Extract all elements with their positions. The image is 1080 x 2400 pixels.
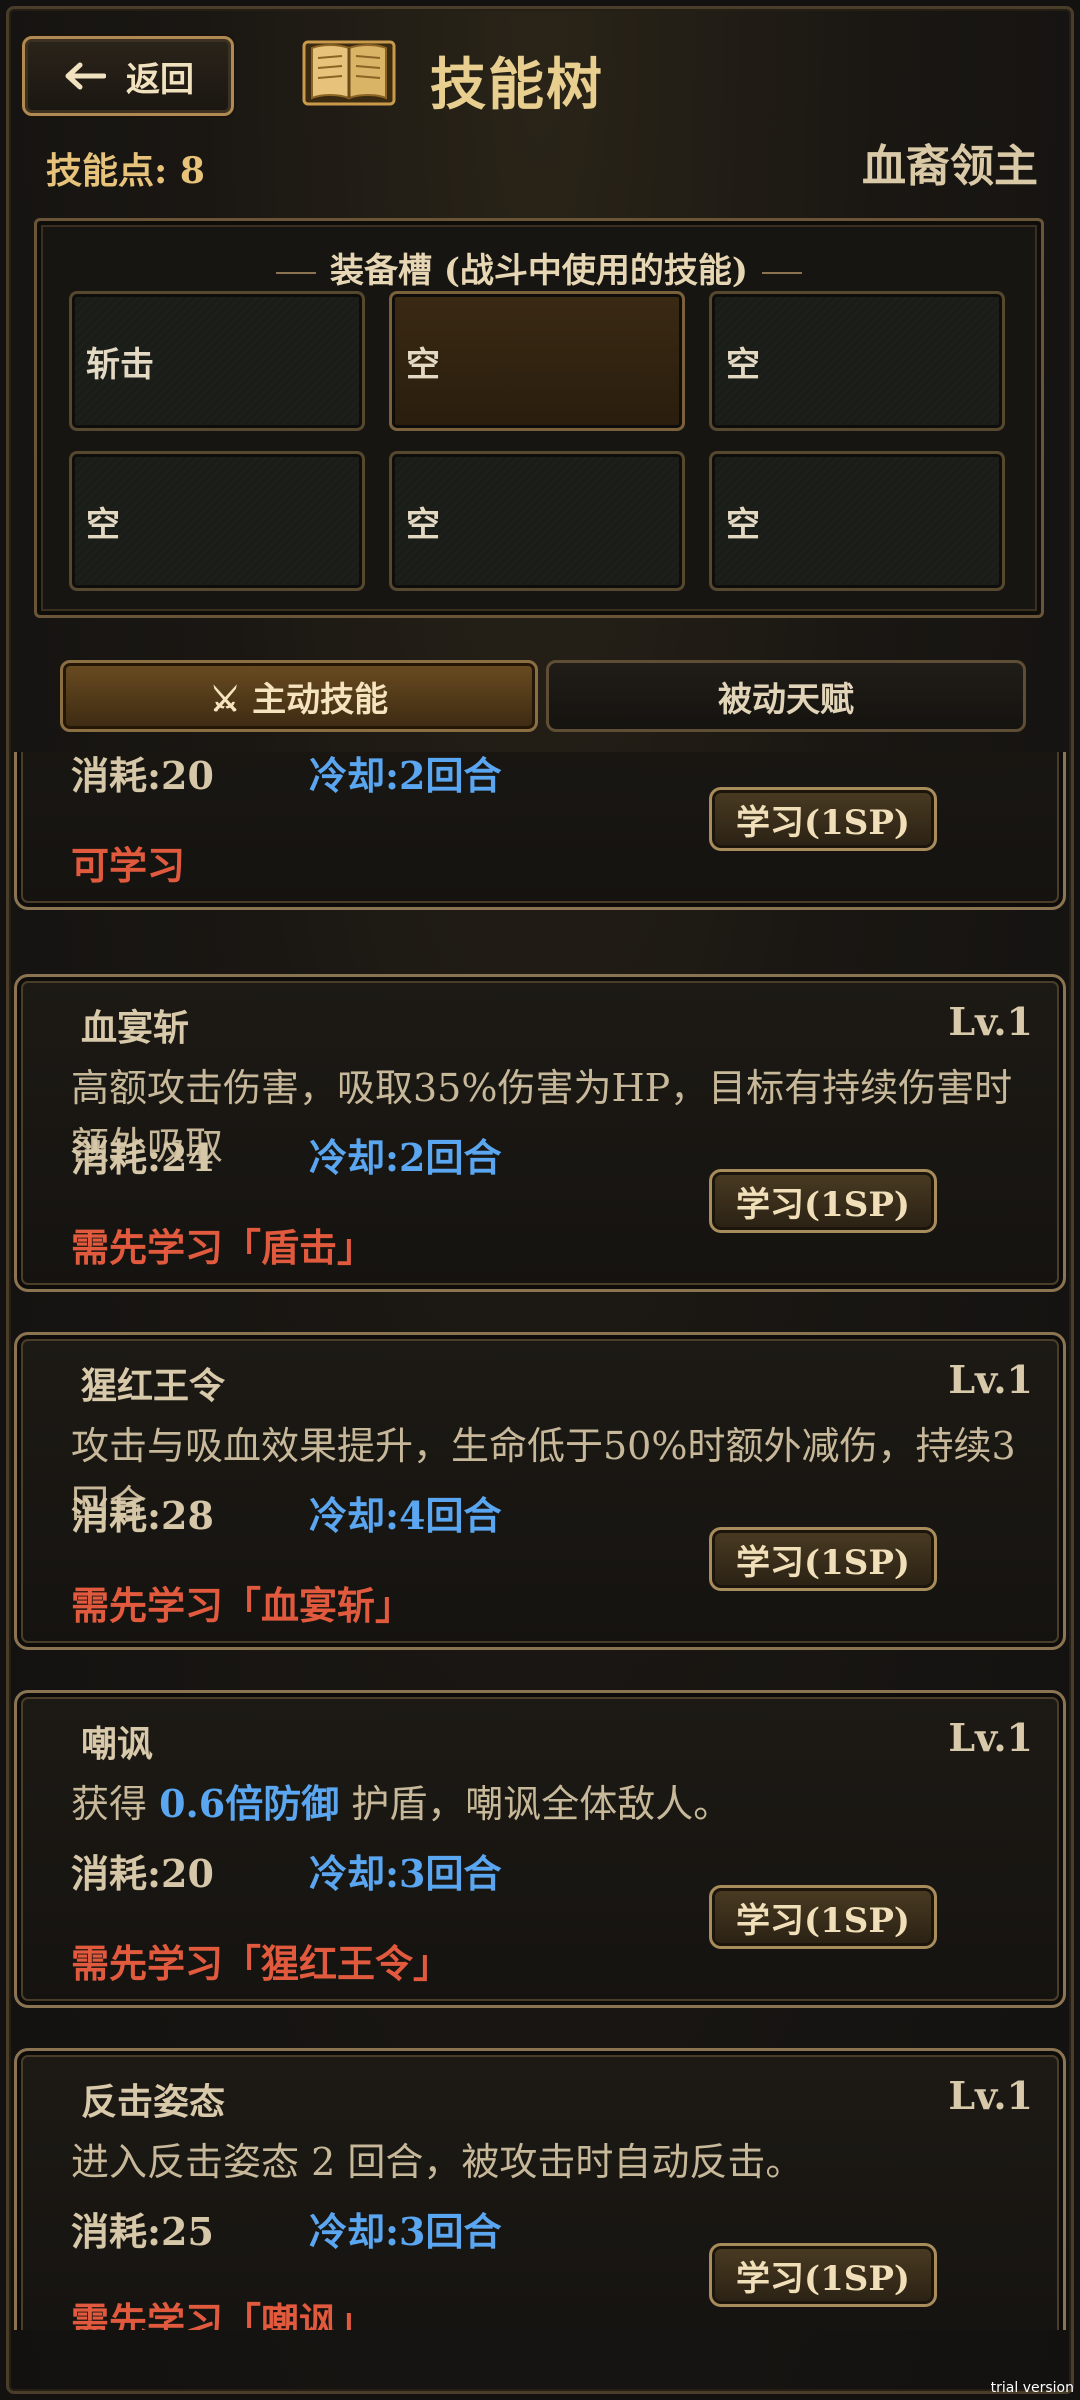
skill-cost: 消耗:28	[71, 1493, 214, 1538]
watermark: trial version	[990, 2380, 1074, 2396]
equip-slot[interactable]: 空	[709, 451, 1005, 591]
skill-cooldown: 冷却:3回合	[309, 2209, 502, 2254]
skill-name: 猩红王令	[81, 1365, 226, 1407]
skill-cost: 消耗:20	[71, 1851, 214, 1896]
skill-level: Lv.1	[948, 1357, 1033, 1402]
equip-slot[interactable]: 空	[389, 451, 685, 591]
tab-active-skills[interactable]: ⚔ 主动技能	[60, 660, 538, 732]
learn-button[interactable]: 学习(1SP)	[709, 787, 937, 851]
equip-title: 装备槽 (战斗中使用的技能)	[37, 243, 1041, 292]
skill-description: 获得 0.6倍防御 护盾，嘲讽全体敌人。	[71, 1775, 1041, 1833]
skill-description: 进入反击姿态 2 回合，被攻击时自动反击。	[71, 2140, 804, 2184]
equip-panel: 装备槽 (战斗中使用的技能) 斩击 空 空 空 空 空	[34, 218, 1044, 618]
arrow-left-icon	[65, 62, 106, 90]
equip-slot[interactable]: 空	[69, 451, 365, 591]
learn-button[interactable]: 学习(1SP)	[709, 1527, 937, 1591]
skill-cooldown: 冷却:2回合	[309, 753, 502, 798]
class-name: 血裔领主	[862, 141, 1038, 192]
skill-card: 反击姿态 Lv.1 进入反击姿态 2 回合，被攻击时自动反击。 消耗:25 冷却…	[14, 2048, 1066, 2330]
skill-card: 猩红王令 Lv.1 攻击与吸血效果提升，生命低于50%时额外减伤，持续3回合 消…	[14, 1332, 1066, 1650]
skill-card: 嘲讽 Lv.1 获得 0.6倍防御 护盾，嘲讽全体敌人。 消耗:20 冷却:3回…	[14, 1690, 1066, 2008]
skill-cost: 消耗:25	[71, 2209, 214, 2254]
book-icon	[302, 40, 396, 106]
skill-requirement: 需先学习「嘲讽」	[71, 2299, 376, 2330]
skill-name: 血宴斩	[81, 1007, 190, 1049]
skill-cooldown: 冷却:3回合	[309, 1851, 502, 1896]
page-title: 技能树	[430, 52, 604, 118]
skill-requirement: 可学习	[71, 843, 186, 888]
learn-button[interactable]: 学习(1SP)	[709, 1169, 937, 1233]
skill-points: 技能点: 8	[46, 150, 205, 192]
skill-description: 攻击与吸血效果提升，生命低于50%时额外减伤，持续3回合	[71, 1424, 1016, 1526]
back-label: 返回	[126, 59, 194, 100]
desc-text: 获得	[71, 1782, 160, 1826]
skill-level: Lv.1	[948, 1715, 1033, 1760]
skill-cost: 消耗:24	[71, 1135, 214, 1180]
skill-card: 消耗:20 冷却:2回合 可学习 学习(1SP)	[14, 752, 1066, 910]
skill-requirement: 需先学习「猩红王令」	[71, 1941, 452, 1986]
learn-button[interactable]: 学习(1SP)	[709, 1885, 937, 1949]
desc-highlight: 0.6倍防御	[159, 1781, 340, 1826]
equip-slot[interactable]: 斩击	[69, 291, 365, 431]
tab-passive-talents[interactable]: 被动天赋	[546, 660, 1026, 732]
equip-slot[interactable]: 空	[389, 291, 685, 431]
skill-list[interactable]: 消耗:20 冷却:2回合 可学习 学习(1SP) 血宴斩 Lv.1 高额攻击伤害…	[0, 752, 1080, 2330]
skill-cooldown: 冷却:4回合	[309, 1493, 502, 1538]
skill-requirement: 需先学习「盾击」	[71, 1225, 376, 1270]
skill-level: Lv.1	[948, 999, 1033, 1044]
desc-text: 护盾，嘲讽全体敌人。	[339, 1782, 732, 1826]
equip-slot[interactable]: 空	[709, 291, 1005, 431]
skill-requirement: 需先学习「血宴斩」	[71, 1583, 414, 1628]
skill-name: 反击姿态	[81, 2081, 226, 2123]
skill-level: Lv.1	[948, 2073, 1033, 2118]
back-button[interactable]: 返回	[22, 36, 234, 116]
skill-cost: 消耗:20	[71, 753, 214, 798]
skill-cooldown: 冷却:2回合	[309, 1135, 502, 1180]
skill-name: 嘲讽	[81, 1723, 154, 1765]
skill-description: 高额攻击伤害，吸取35%伤害为HP，目标有持续伤害时额外吸取	[71, 1066, 1013, 1168]
learn-button[interactable]: 学习(1SP)	[709, 2243, 937, 2307]
skill-card: 血宴斩 Lv.1 高额攻击伤害，吸取35%伤害为HP，目标有持续伤害时额外吸取 …	[14, 974, 1066, 1292]
